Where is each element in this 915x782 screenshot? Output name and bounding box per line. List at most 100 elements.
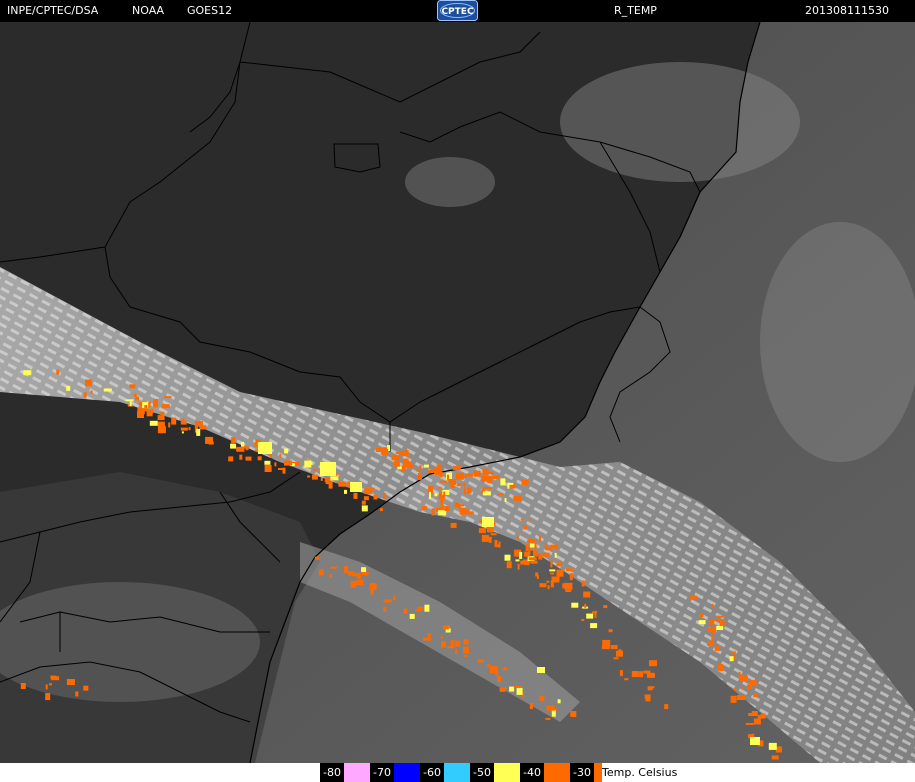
cold-cloud-pixel <box>624 678 629 681</box>
cold-cloud-core <box>320 462 336 476</box>
cold-cloud-pixel <box>278 468 284 470</box>
cold-cloud-pixel <box>404 450 409 453</box>
cold-cloud-pixel <box>554 708 558 711</box>
cold-cloud-pixel <box>711 604 714 609</box>
cold-cloud-pixel <box>542 552 550 557</box>
cold-cloud-pixel <box>741 687 744 690</box>
cold-cloud-pixel <box>550 544 559 549</box>
cold-cloud-pixel <box>523 525 527 530</box>
cold-cloud-pixel <box>459 509 466 515</box>
cold-cloud-pixel <box>718 664 724 672</box>
cold-cloud-pixel <box>631 671 639 677</box>
cold-cloud-pixel <box>328 481 333 489</box>
cold-cloud-pixel <box>646 672 655 678</box>
cold-cloud-pixel <box>478 528 486 534</box>
logo-text: CPTEC <box>441 7 473 17</box>
cold-cloud-pixel <box>149 420 158 426</box>
cold-cloud-pixel <box>456 483 462 487</box>
cold-cloud-pixel <box>513 496 522 501</box>
cold-cloud-pixel <box>616 650 623 657</box>
cptec-logo: CPTEC <box>437 0 478 21</box>
cold-cloud-pixel <box>747 684 752 690</box>
cold-cloud-core <box>258 442 272 454</box>
cold-cloud-pixel <box>714 645 720 651</box>
cold-cloud-pixel <box>330 476 339 481</box>
cold-cloud-pixel <box>664 704 669 710</box>
cold-cloud-pixel <box>440 480 447 483</box>
legend-label: -70 <box>370 763 394 782</box>
cold-cloud-pixel <box>528 551 531 554</box>
cold-cloud-pixel <box>647 686 653 691</box>
cold-cloud-pixel <box>443 491 446 496</box>
cold-cloud-pixel <box>373 494 378 500</box>
cold-cloud-pixel <box>440 636 444 639</box>
cold-cloud-pixel <box>581 580 585 587</box>
cold-cloud-pixel <box>409 613 415 619</box>
cold-cloud-pixel <box>344 565 348 573</box>
cold-cloud-pixel <box>311 474 318 480</box>
cold-cloud-pixel <box>613 657 619 660</box>
cold-cloud-pixel <box>608 629 613 633</box>
cold-cloud-pixel <box>557 699 561 704</box>
cold-cloud-pixel <box>463 639 469 645</box>
cold-cloud-pixel <box>23 370 32 376</box>
cold-cloud-pixel <box>264 460 271 465</box>
cold-cloud-pixel <box>181 431 184 434</box>
cold-cloud-pixel <box>129 384 136 389</box>
cold-cloud-pixel <box>239 454 243 460</box>
cold-cloud-pixel <box>363 496 369 501</box>
legend-label: -80 <box>320 763 344 782</box>
cold-cloud-pixel <box>318 569 324 576</box>
cold-cloud-pixel <box>699 613 704 617</box>
cold-cloud-pixel <box>490 527 494 531</box>
cold-cloud-pixel <box>565 590 572 592</box>
cold-cloud-pixel <box>524 561 530 566</box>
cold-cloud-pixel <box>56 369 60 375</box>
cold-cloud-pixel <box>45 693 51 701</box>
cold-cloud-pixel <box>361 500 366 505</box>
cold-cloud-pixel <box>444 506 450 511</box>
cold-cloud-pixel <box>556 569 564 577</box>
cold-cloud-pixel <box>538 535 541 542</box>
agency-label: NOAA <box>132 4 165 17</box>
cold-cloud-pixel <box>284 448 289 454</box>
cold-cloud-pixel <box>594 610 597 618</box>
cold-cloud-pixel <box>751 711 758 716</box>
cold-cloud-pixel <box>144 405 148 409</box>
cold-cloud-pixel <box>160 411 165 415</box>
cold-cloud-pixel <box>521 479 529 486</box>
cold-cloud-pixel <box>539 695 545 701</box>
legend-swatch <box>544 763 570 782</box>
cold-cloud-pixel <box>379 508 383 512</box>
cold-cloud-pixel <box>554 552 557 558</box>
cold-cloud-pixel <box>138 403 143 406</box>
cold-cloud-pixel <box>279 453 282 458</box>
cold-cloud-pixel <box>716 626 724 630</box>
cold-cloud-pixel <box>528 548 534 551</box>
cold-cloud-pixel <box>569 573 573 581</box>
legend-swatch <box>394 763 420 782</box>
cold-cloud-pixel <box>456 473 459 476</box>
cold-cloud-pixel <box>338 481 347 487</box>
cold-cloud-pixel <box>383 599 392 603</box>
cold-cloud-pixel <box>473 470 481 477</box>
satellite-label: GOES12 <box>187 4 233 17</box>
cold-cloud-pixel <box>538 553 543 560</box>
cold-cloud-pixel <box>157 415 165 421</box>
cold-cloud-core <box>537 667 545 673</box>
cold-cloud-pixel <box>485 475 494 479</box>
cold-cloud-pixel <box>324 479 328 483</box>
cold-cloud-pixel <box>196 428 201 436</box>
cold-cloud-pixel <box>481 534 489 542</box>
cold-cloud-pixel <box>452 466 461 470</box>
cold-cloud-pixel <box>619 670 623 677</box>
cold-cloud-pixel <box>497 676 502 682</box>
cold-cloud-pixel <box>314 556 319 560</box>
cold-cloud-pixel <box>581 619 585 621</box>
cold-cloud-pixel <box>557 561 562 567</box>
cold-cloud-pixel <box>450 640 455 648</box>
cold-cloud-pixel <box>550 580 554 588</box>
cloud-patch <box>760 222 915 462</box>
cold-cloud-pixel <box>525 544 529 552</box>
cold-cloud-pixel <box>551 709 556 717</box>
